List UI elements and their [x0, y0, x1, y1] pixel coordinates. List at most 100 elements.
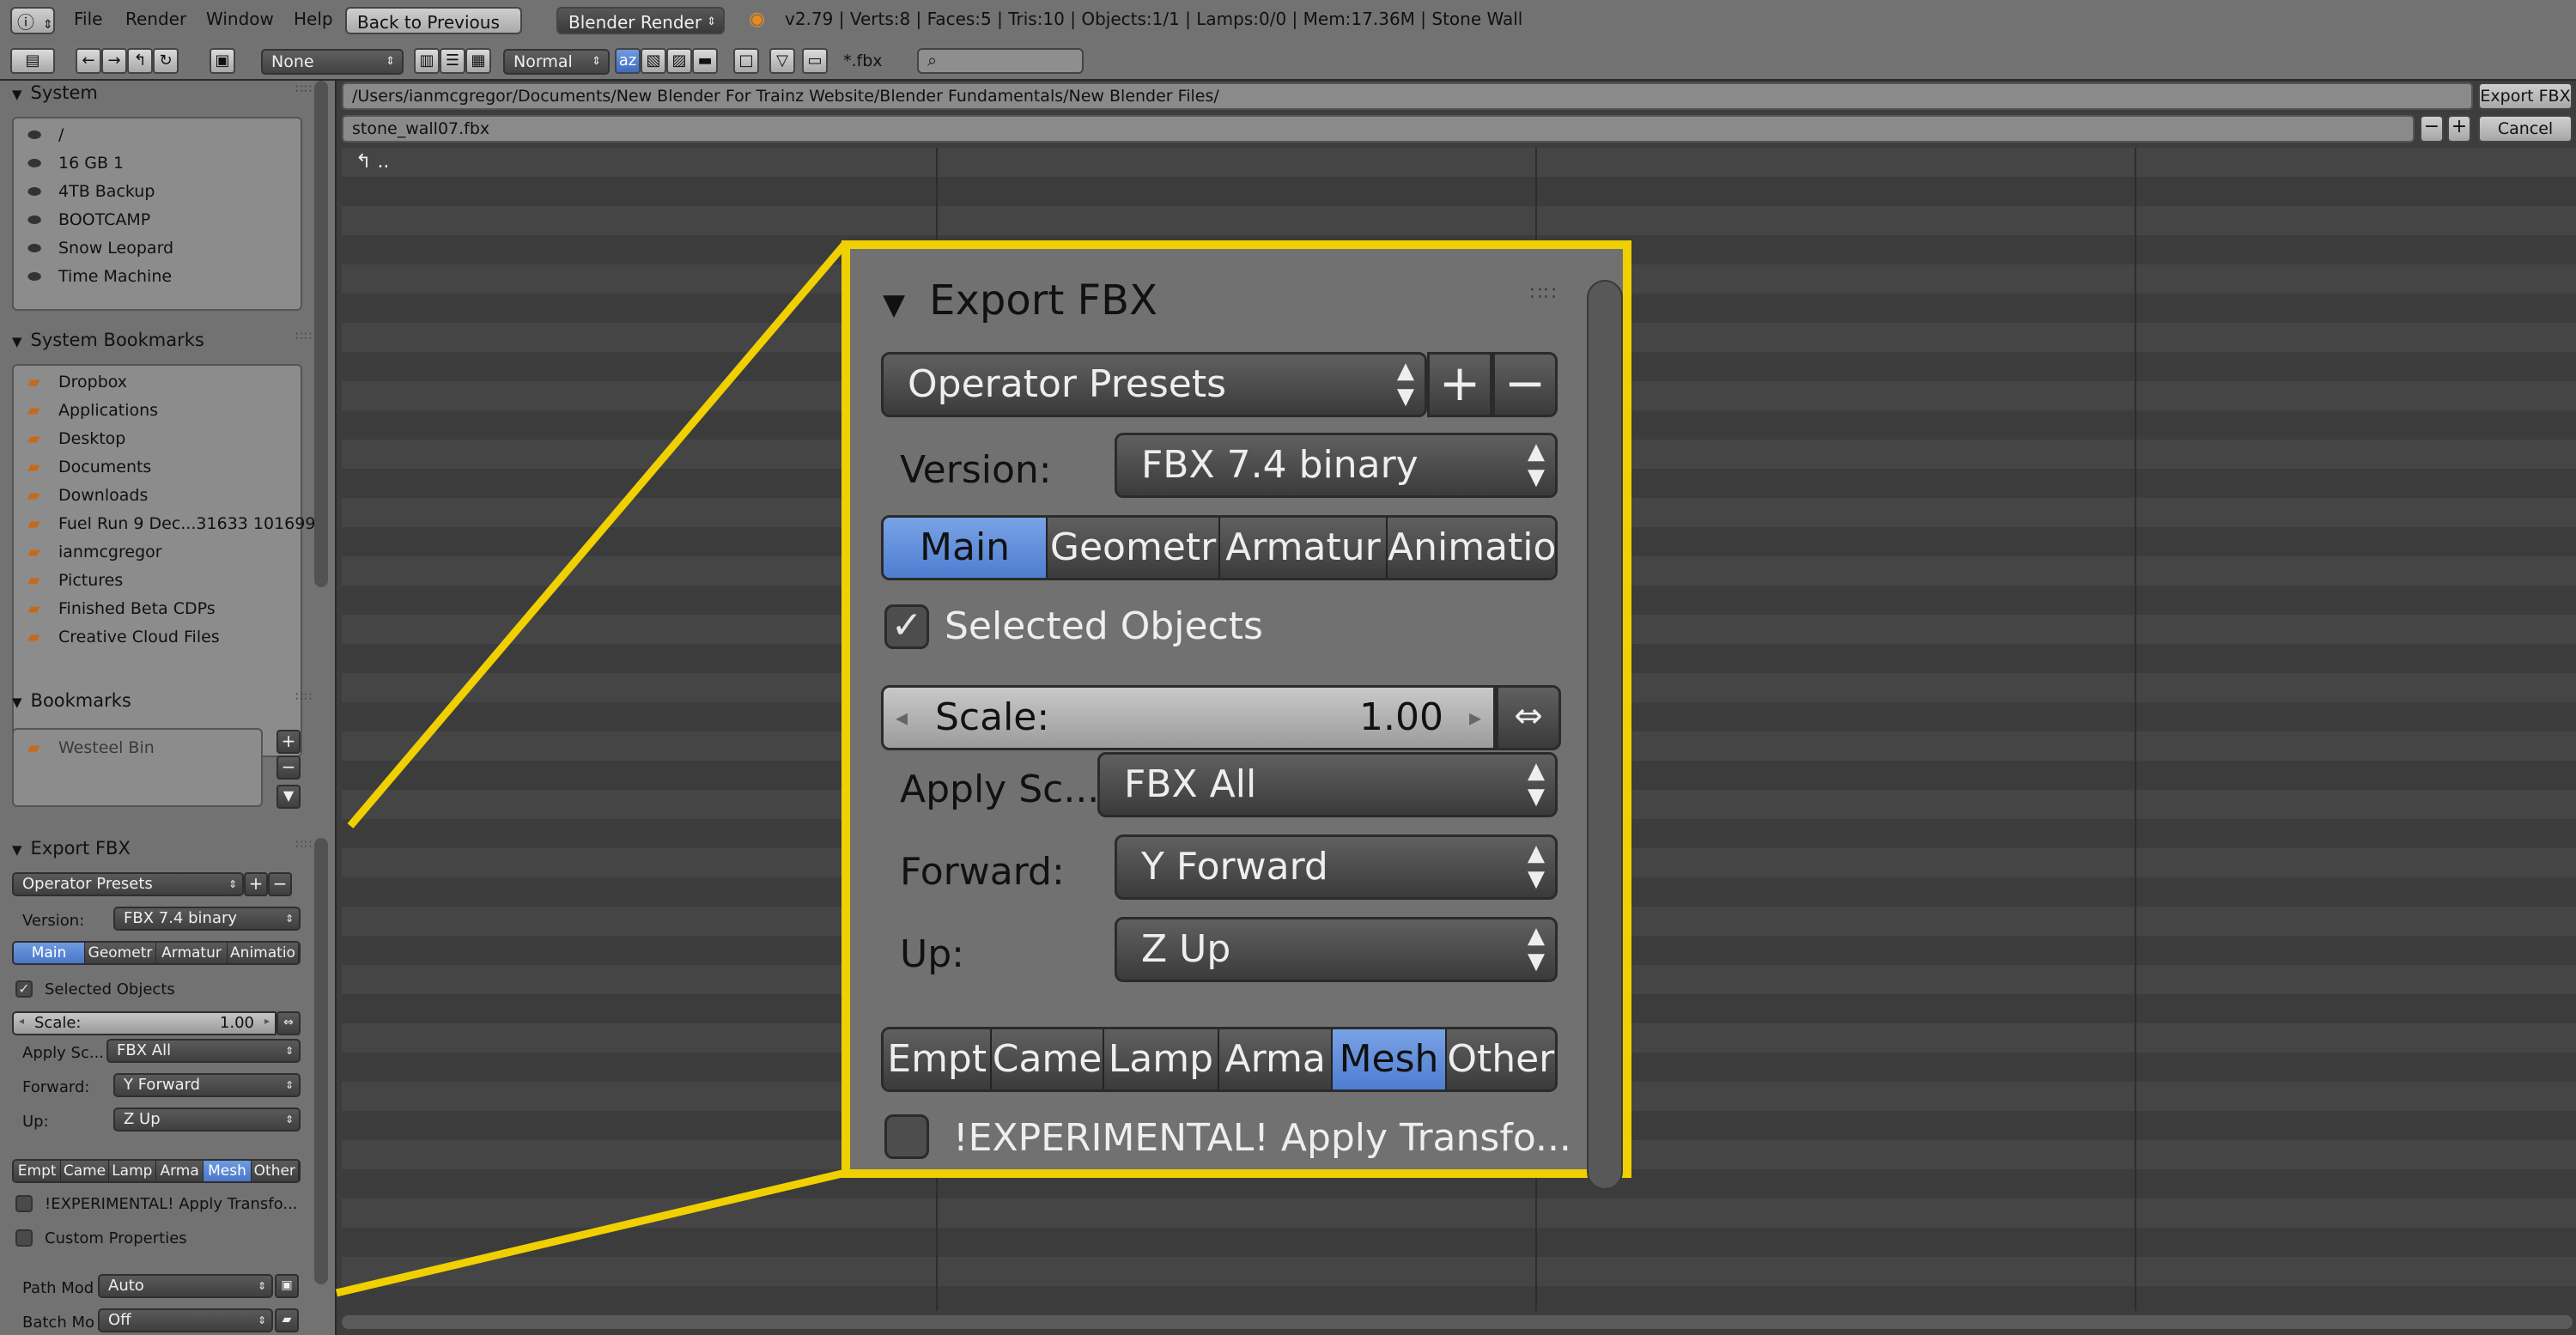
path-mode-select[interactable]: Auto ⇕ — [98, 1274, 273, 1298]
object-type-armature[interactable]: Arma — [155, 1161, 204, 1181]
forward-axis-select-zoom[interactable]: Y Forward ▲ ▼ — [1115, 834, 1558, 900]
experimental-apply-transform-checkbox[interactable] — [15, 1195, 33, 1212]
up-axis-select-zoom[interactable]: Z Up ▲ ▼ — [1115, 917, 1558, 982]
tab-geometry[interactable]: Geometr — [85, 943, 156, 963]
decrement-arrow-icon[interactable]: ◂ — [896, 688, 908, 748]
list-item[interactable]: ▰ ianmcgregor — [27, 543, 162, 561]
display-long-list-icon[interactable]: ☰ — [440, 48, 465, 74]
render-engine-select[interactable]: Blender Render ⇕ — [556, 7, 725, 34]
decrement-filename-button[interactable]: − — [2420, 115, 2444, 143]
export-fbx-button[interactable]: Export FBX — [2478, 82, 2573, 110]
forward-axis-select[interactable]: Y Forward ⇕ — [113, 1073, 301, 1097]
add-preset-button[interactable]: + — [244, 872, 268, 896]
sort-extension-icon[interactable]: ▧ — [641, 48, 666, 74]
new-folder-icon[interactable]: ▣ — [210, 48, 235, 74]
bookmarks-section-header[interactable]: ▼ Bookmarks — [12, 690, 131, 711]
object-type-lamp-zoom[interactable]: Lamp — [1103, 1029, 1220, 1089]
remove-bookmark-button[interactable]: − — [276, 755, 301, 780]
remove-preset-button-zoom[interactable]: − — [1492, 352, 1558, 417]
zoom-scrollbar[interactable] — [1587, 280, 1623, 1190]
tab-geometry-zoom[interactable]: Geometr — [1048, 518, 1220, 578]
list-item[interactable]: ▰ Creative Cloud Files — [27, 628, 220, 646]
sidebar-scrollbar-bottom[interactable] — [314, 838, 328, 1284]
refresh-icon[interactable]: ↻ — [153, 48, 179, 74]
export-fbx-zoom-header[interactable]: ▼ Export FBX — [883, 276, 1157, 325]
version-select[interactable]: FBX 7.4 binary ⇕ — [113, 907, 301, 931]
forward-icon[interactable]: → — [101, 48, 127, 74]
list-item[interactable]: ⬬ Time Machine — [27, 267, 172, 286]
sort-alpha-icon[interactable]: az — [615, 48, 641, 74]
export-fbx-section-header[interactable]: ▼ Export FBX — [12, 838, 131, 859]
object-type-other[interactable]: Other — [251, 1161, 299, 1181]
embed-textures-toggle[interactable]: ▣ — [275, 1274, 299, 1298]
apply-scale-select-zoom[interactable]: FBX All ▲ ▼ — [1097, 752, 1558, 817]
list-item[interactable]: ▰ Applications — [27, 401, 158, 420]
scale-field[interactable]: ◂ Scale: 1.00 ▸ — [12, 1011, 276, 1035]
system-bookmarks-section-header[interactable]: ▼ System Bookmarks — [12, 330, 204, 350]
search-input[interactable]: ⌕ — [917, 48, 1084, 74]
back-to-previous-button[interactable]: Back to Previous — [345, 7, 522, 34]
decrement-arrow-icon[interactable]: ◂ — [19, 1015, 24, 1027]
operator-presets-select[interactable]: Operator Presets ⇕ — [12, 872, 244, 896]
experimental-apply-transform-checkbox-zoom[interactable] — [884, 1114, 929, 1159]
up-axis-select[interactable]: Z Up ⇕ — [113, 1107, 301, 1132]
increment-filename-button[interactable]: + — [2447, 115, 2471, 143]
custom-properties-checkbox[interactable] — [15, 1229, 33, 1247]
drag-grip-icon[interactable]: ∷∷ — [1530, 283, 1558, 305]
version-select-zoom[interactable]: FBX 7.4 binary ▲ ▼ — [1115, 433, 1558, 498]
back-icon[interactable]: ← — [76, 48, 101, 74]
object-type-mesh[interactable]: Mesh — [204, 1161, 252, 1181]
menu-window[interactable]: Window — [206, 9, 274, 29]
menu-help[interactable]: Help — [294, 9, 333, 29]
editor-type-button[interactable]: ⓘ ⇕ — [10, 7, 55, 34]
tab-animation-zoom[interactable]: Animatio — [1388, 518, 1555, 578]
display-thumbnails-icon[interactable]: ▦ — [465, 48, 491, 74]
drag-grip-icon[interactable]: ∷∷ — [295, 330, 313, 343]
editor-type-button[interactable]: ▤ — [10, 48, 55, 74]
filter-glob[interactable]: *.fbx — [843, 52, 883, 70]
object-type-empty-zoom[interactable]: Empt — [884, 1029, 993, 1089]
sidebar-scrollbar-top[interactable] — [314, 81, 328, 587]
object-type-camera-zoom[interactable]: Came — [992, 1029, 1104, 1089]
object-type-mesh-zoom[interactable]: Mesh — [1333, 1029, 1447, 1089]
list-item[interactable]: ▰ Desktop — [27, 429, 125, 448]
operator-presets-select-zoom[interactable]: Operator Presets ▲ ▼ — [881, 352, 1427, 417]
bookmark-menu-button[interactable]: ▼ — [276, 785, 301, 809]
folder-filter-icon[interactable]: ▭ — [802, 48, 828, 74]
drag-grip-icon[interactable]: ∷∷ — [295, 838, 313, 852]
selected-objects-checkbox[interactable]: ✓ — [15, 980, 33, 998]
parent-directory-item[interactable]: ↰ .. — [355, 151, 389, 173]
list-item[interactable]: ▰ Fuel Run 9 Dec...31633 101699 — [27, 514, 315, 533]
increment-arrow-icon[interactable]: ▸ — [264, 1015, 270, 1027]
list-item[interactable]: ▰ Dropbox — [27, 373, 127, 391]
object-type-camera[interactable]: Came — [61, 1161, 109, 1181]
drag-grip-icon[interactable]: ∷∷ — [295, 690, 313, 704]
hide-dot-files-icon[interactable]: □ — [733, 48, 759, 74]
object-type-armature-zoom[interactable]: Arma — [1219, 1029, 1334, 1089]
apply-unit-scale-toggle[interactable]: ⇔ — [276, 1011, 301, 1035]
tab-main-zoom[interactable]: Main — [884, 518, 1048, 578]
remove-preset-button[interactable]: − — [268, 872, 292, 896]
scale-field-zoom[interactable]: ◂ Scale: 1.00 ▸ — [881, 685, 1496, 750]
thumbnail-size-select[interactable]: Normal ⇕ — [503, 49, 610, 75]
display-short-list-icon[interactable]: ▥ — [414, 48, 440, 74]
list-item[interactable]: ⬬ 16 GB 1 — [27, 154, 124, 173]
tab-armature[interactable]: Armatur — [156, 943, 228, 963]
list-item[interactable]: ▰ Documents — [27, 458, 151, 476]
recursion-select[interactable]: None ⇕ — [261, 49, 404, 75]
file-list-scrollbar[interactable] — [342, 1315, 2573, 1329]
list-item[interactable]: ▰ Pictures — [27, 571, 123, 590]
batch-own-dir-toggle[interactable]: ▰ — [275, 1308, 299, 1332]
object-type-other-zoom[interactable]: Other — [1446, 1029, 1555, 1089]
list-item[interactable]: ⬬ 4TB Backup — [27, 182, 155, 201]
list-item[interactable]: ▰ Downloads — [27, 486, 148, 505]
list-item[interactable]: ▰ Finished Beta CDPs — [27, 599, 216, 618]
filter-icon[interactable]: ▽ — [769, 48, 795, 74]
menu-render[interactable]: Render — [125, 9, 186, 29]
list-item[interactable]: ⬬ BOOTCAMP — [27, 210, 150, 229]
add-bookmark-button[interactable]: + — [276, 730, 301, 754]
tab-armature-zoom[interactable]: Armatur — [1220, 518, 1388, 578]
apply-unit-scale-toggle-zoom[interactable]: ⇔ — [1496, 685, 1561, 750]
object-type-lamp[interactable]: Lamp — [108, 1161, 156, 1181]
parent-directory-icon[interactable]: ↰ — [127, 48, 153, 74]
